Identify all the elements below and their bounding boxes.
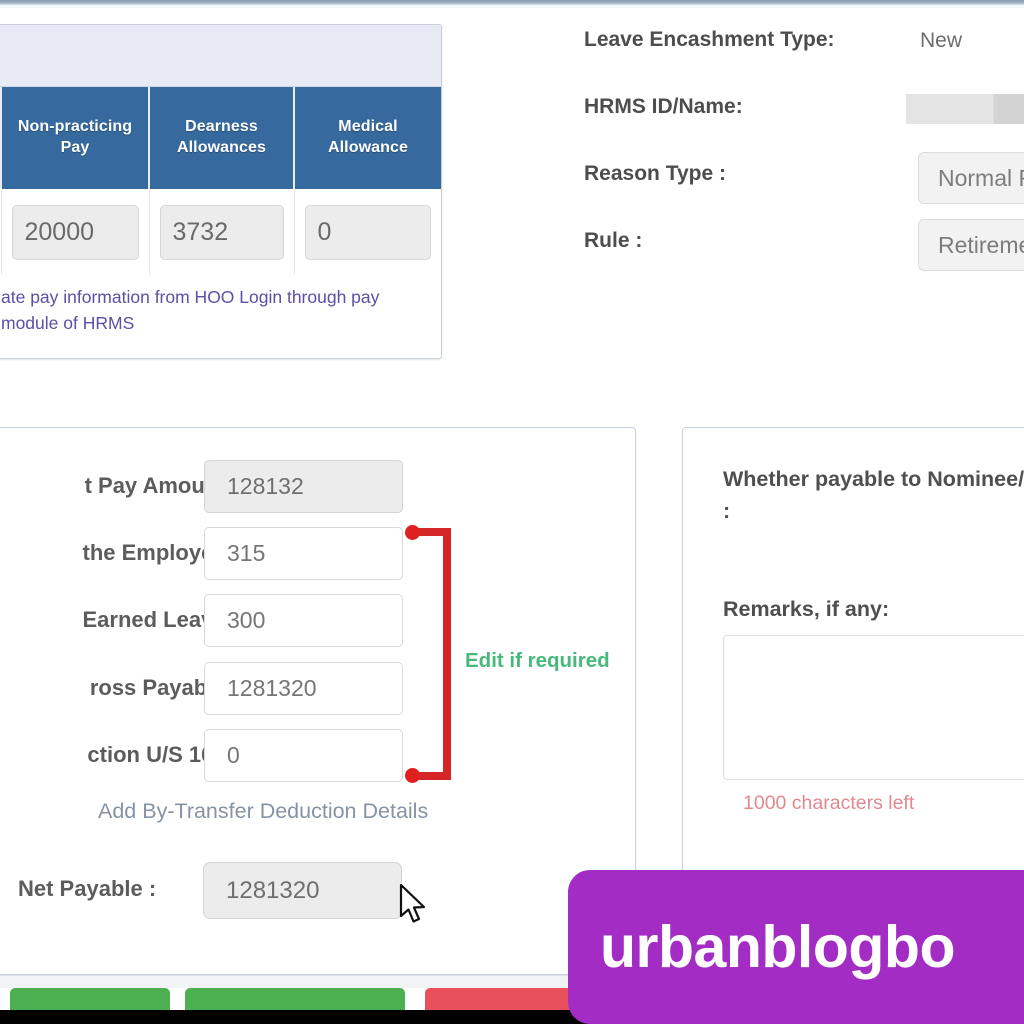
- pay-input-non-practicing-pay[interactable]: 20000: [11, 204, 139, 260]
- watermark-badge: urbanblogbo: [568, 870, 1024, 1024]
- pay-column-header-dearness-allowances: Dearness Allowances: [149, 87, 295, 189]
- edit-if-required-annotation: Edit if required: [465, 649, 610, 672]
- rule-select[interactable]: Retireme: [918, 219, 1024, 271]
- label-rule: Rule :: [584, 229, 643, 252]
- detail-row-hrms-id-name: HRMS ID/Name:: [584, 87, 1024, 154]
- input-gross-payable[interactable]: 1281320: [204, 662, 403, 715]
- detail-row-reason-type: Reason Type : Normal R: [584, 152, 1024, 221]
- net-payable-row: Net Payable : 1281320: [0, 862, 640, 922]
- pay-table-header-row: Non-practicing Pay Dearness Allowances M…: [0, 87, 441, 189]
- app-screen: Non-practicing Pay Dearness Allowances M…: [0, 0, 1024, 1024]
- form-row-employee-leave: the Employee : 315: [0, 527, 635, 594]
- hrms-id-name-redacted-value: [906, 94, 1024, 124]
- remarks-character-counter: 1000 characters left: [743, 792, 915, 814]
- add-by-transfer-deduction-link[interactable]: Add By-Transfer Deduction Details: [98, 799, 428, 824]
- label-leave-encashment-type: Leave Encashment Type:: [584, 28, 835, 51]
- pay-column-header-non-practicing-pay: Non-practicing Pay: [1, 87, 150, 189]
- pay-card-header-band: [0, 25, 441, 87]
- detail-row-leave-encashment-type: Leave Encashment Type: New: [584, 20, 1024, 87]
- window-top-border-highlight: [0, 5, 1024, 8]
- input-net-payable[interactable]: 1281320: [203, 862, 402, 919]
- label-net-payable: Net Payable :: [18, 876, 157, 901]
- pay-details-table: Non-practicing Pay Dearness Allowances M…: [0, 87, 441, 275]
- value-leave-encashment-type: New: [920, 29, 963, 52]
- pay-column-header-medical-allowance: Medical Allowance: [294, 87, 441, 189]
- label-hrms-id-name: HRMS ID/Name:: [584, 95, 743, 118]
- pay-details-card: Non-practicing Pay Dearness Allowances M…: [0, 24, 442, 360]
- nominee-remarks-card: Whether payable to Nominee/ Heir : Remar…: [682, 427, 1024, 875]
- pay-table-value-row: 20000 3732 0: [0, 189, 441, 275]
- encashment-detail-fields: Leave Encashment Type: New HRMS ID/Name:…: [584, 20, 1024, 288]
- pay-cell-non-practicing-pay: 20000: [1, 189, 150, 275]
- detail-row-rule: Rule : Retireme: [584, 219, 1024, 288]
- pay-input-medical-allowance[interactable]: 0: [304, 204, 431, 260]
- input-earned-leave[interactable]: 300: [204, 594, 403, 647]
- watermark-text: urbanblogbo: [600, 914, 955, 980]
- action-button-2[interactable]: [185, 988, 405, 1010]
- form-row-deduction-us-168: ction U/S 168 : 0: [0, 729, 635, 796]
- input-deduction-us-168[interactable]: 0: [204, 729, 403, 782]
- form-row-pay-amount: t Pay Amount : 128132: [0, 460, 635, 527]
- pay-cell-dearness-allowances: 3732: [149, 189, 295, 275]
- action-button-1[interactable]: [10, 988, 170, 1010]
- pay-cell-medical-allowance: 0: [294, 189, 441, 275]
- label-remarks: Remarks, if any:: [723, 597, 890, 621]
- input-employee-leave[interactable]: 315: [204, 527, 403, 580]
- pay-input-dearness-allowances[interactable]: 3732: [159, 204, 284, 260]
- label-reason-type: Reason Type :: [584, 162, 726, 185]
- reason-type-select[interactable]: Normal R: [918, 152, 1024, 204]
- label-payable-to-nominee: Whether payable to Nominee/ Heir :: [723, 467, 1024, 523]
- input-pay-amount[interactable]: 128132: [204, 460, 403, 513]
- pay-update-note: ate pay information from HOO Login throu…: [1, 287, 380, 333]
- remarks-textarea[interactable]: [723, 635, 1024, 780]
